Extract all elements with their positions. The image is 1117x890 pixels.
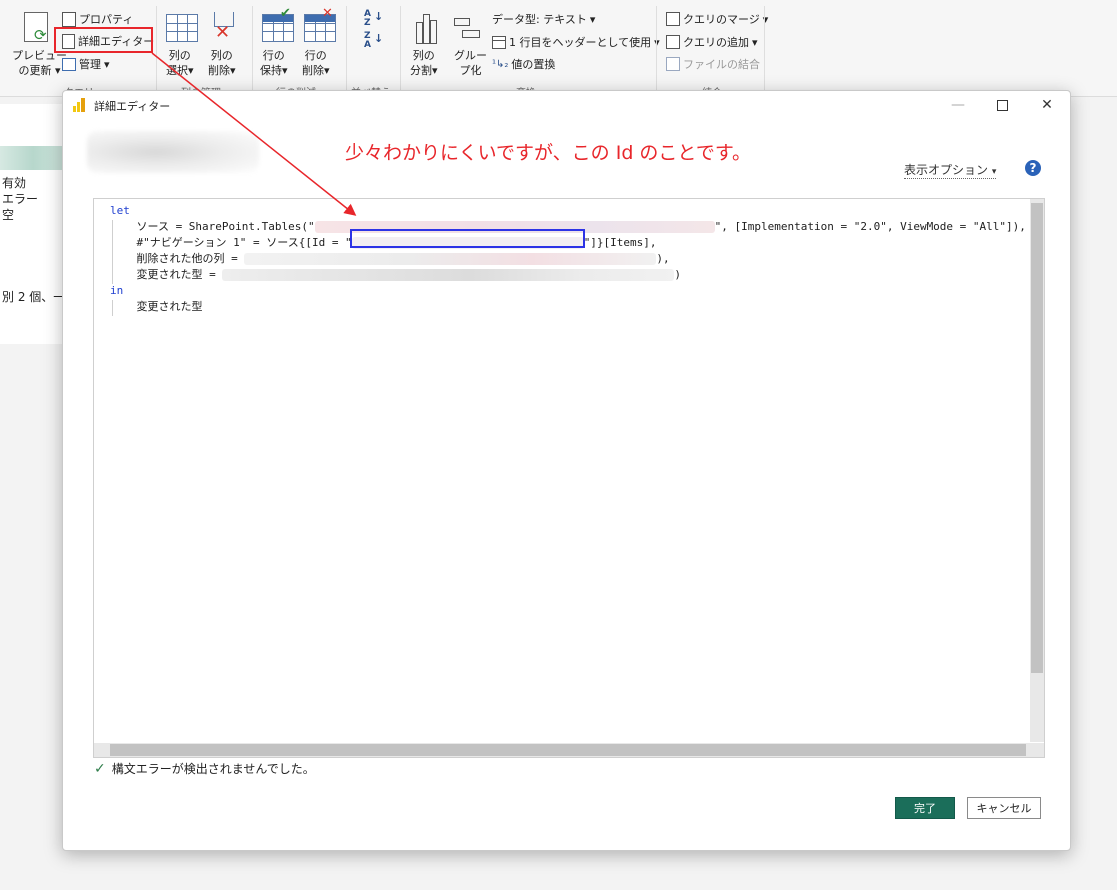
replace-values-label: 値の置換	[511, 58, 556, 71]
properties-icon	[62, 11, 76, 27]
code-editor[interactable]: let ソース = SharePoint.Tables(" ", [Impleme…	[93, 198, 1045, 758]
split-column-icon	[414, 14, 438, 44]
manage-button[interactable]: 管理 ▾	[62, 56, 110, 72]
sort-ascending-icon[interactable]: A Z ↓	[364, 10, 383, 28]
append-queries-icon	[666, 35, 680, 49]
choose-columns-button[interactable]: 列の 選択▾	[166, 48, 194, 78]
advanced-editor-dialog: 詳細エディター — ✕ 少々わかりにくいですが、この Id のことです。 表示オ…	[62, 90, 1071, 851]
merge-queries-icon	[666, 12, 680, 26]
remove-columns-icon: ✕	[212, 12, 234, 42]
view-options-label: 表示オプション	[904, 163, 989, 177]
keep-rows-label-2: 保持▾	[260, 64, 288, 77]
separator	[346, 6, 347, 90]
code-text: let ソース = SharePoint.Tables(" ", [Impleme…	[110, 203, 1026, 315]
choose-columns-label-2: 選択▾	[166, 64, 194, 77]
properties-button[interactable]: プロパティ	[62, 11, 133, 27]
code-line-6: in	[110, 284, 124, 297]
replace-values-icon: ¹↳₂	[492, 58, 509, 70]
check-icon: ✔	[280, 6, 291, 21]
horizontal-scroll-thumb[interactable]	[110, 744, 1026, 756]
group-by-icon	[454, 16, 480, 40]
choose-columns-label-1: 列の	[168, 49, 191, 62]
separator	[764, 6, 765, 90]
help-icon[interactable]: ?	[1025, 160, 1041, 176]
first-row-header-button[interactable]: 1 行目をヘッダーとして使用▾	[492, 34, 660, 50]
combine-files-icon	[666, 57, 680, 71]
split-column-button[interactable]: 列の 分割▾	[410, 48, 438, 78]
advanced-editor-highlight-box	[54, 27, 153, 53]
cancel-button[interactable]: キャンセル	[967, 797, 1041, 819]
chevron-down-icon: ▾	[991, 167, 997, 177]
minimize-button[interactable]: —	[936, 91, 980, 119]
column-profile-pane: 有効 エラー 空 別 2 個、一意	[0, 104, 77, 344]
refresh-preview-label-2: の更新 ▾	[18, 64, 61, 77]
maximize-button[interactable]	[980, 91, 1024, 119]
annotation-text: 少々わかりにくいですが、この Id のことです。	[345, 142, 751, 164]
split-column-label-1: 列の	[412, 49, 435, 62]
separator	[156, 6, 157, 90]
append-queries-button[interactable]: クエリの追加 ▾	[666, 34, 758, 50]
redacted-types	[222, 269, 675, 281]
keep-rows-button[interactable]: 行の 保持▾	[260, 48, 288, 78]
power-bi-logo-icon	[73, 98, 87, 112]
keep-rows-label-1: 行の	[262, 49, 285, 62]
merge-queries-button[interactable]: クエリのマージ ▾	[666, 11, 768, 27]
view-options-dropdown[interactable]: 表示オプション ▾	[904, 161, 997, 179]
group-by-button[interactable]: グルー プ化	[454, 48, 487, 78]
properties-label: プロパティ	[79, 13, 134, 26]
remove-rows-label-2: 削除▾	[302, 64, 330, 77]
valid-label: 有効	[2, 176, 27, 190]
split-column-label-2: 分割▾	[410, 64, 438, 77]
data-type-label: データ型: テキスト	[492, 13, 587, 26]
sort-descending-icon[interactable]: Z A ↓	[364, 32, 383, 50]
horizontal-scrollbar[interactable]	[94, 743, 1044, 757]
manage-label: 管理	[79, 58, 101, 71]
checkmark-icon: ✓	[94, 760, 106, 777]
syntax-status-text: 構文エラーが検出されませんでした。	[111, 762, 315, 776]
append-queries-label: クエリの追加	[683, 36, 749, 49]
combine-files-label: ファイルの結合	[683, 58, 760, 71]
choose-columns-icon	[166, 14, 198, 42]
refresh-arrows-icon: ⟳	[34, 26, 47, 44]
combine-files-button[interactable]: ファイルの結合	[666, 56, 760, 72]
redacted-query-name	[87, 131, 259, 173]
separator	[252, 6, 253, 90]
separator	[656, 6, 657, 90]
code-line-7: 変更された型	[110, 300, 203, 313]
close-icon: ✕	[1041, 97, 1053, 113]
remove-columns-label-1: 列の	[210, 49, 233, 62]
column-quality-bar	[0, 146, 66, 170]
vertical-scroll-thumb[interactable]	[1031, 203, 1043, 673]
x-icon: ✕	[322, 6, 333, 21]
code-line-1: let	[110, 204, 130, 217]
data-type-dropdown[interactable]: データ型: テキスト ▾	[492, 11, 595, 27]
error-label: エラー	[2, 192, 39, 206]
table-icon	[492, 35, 506, 49]
remove-columns-button[interactable]: 列の 削除▾	[208, 48, 236, 78]
group-by-label-2: プ化	[459, 64, 482, 77]
first-row-header-label: 1 行目をヘッダーとして使用	[509, 36, 652, 49]
remove-rows-button[interactable]: 行の 削除▾	[302, 48, 330, 78]
ribbon: ⟳ プレビュー の更新 ▾ プロパティ 詳細エディター 管理▾ クエリ 列の 選…	[0, 0, 1117, 99]
redacted-columns	[244, 253, 657, 265]
close-button[interactable]: ✕	[1025, 91, 1069, 119]
vertical-scrollbar[interactable]	[1030, 199, 1044, 742]
done-button[interactable]: 完了	[895, 797, 955, 819]
dialog-title: 詳細エディター	[94, 100, 171, 113]
id-highlight-box	[350, 229, 585, 248]
empty-label: 空	[2, 208, 15, 222]
remove-rows-label-1: 行の	[304, 49, 327, 62]
remove-columns-label-2: 削除▾	[208, 64, 236, 77]
manage-icon	[62, 57, 76, 71]
code-line-5: 変更された型 = )	[110, 268, 681, 281]
group-by-label-1: グルー	[454, 49, 487, 62]
separator	[400, 6, 401, 90]
replace-values-button[interactable]: ¹↳₂ 値の置換	[492, 56, 555, 72]
syntax-status: ✓ 構文エラーが検出されませんでした。	[94, 760, 315, 777]
code-line-4: 削除された他の列 = ),	[110, 252, 670, 265]
merge-queries-label: クエリのマージ	[683, 13, 760, 26]
maximize-icon	[996, 99, 1008, 111]
